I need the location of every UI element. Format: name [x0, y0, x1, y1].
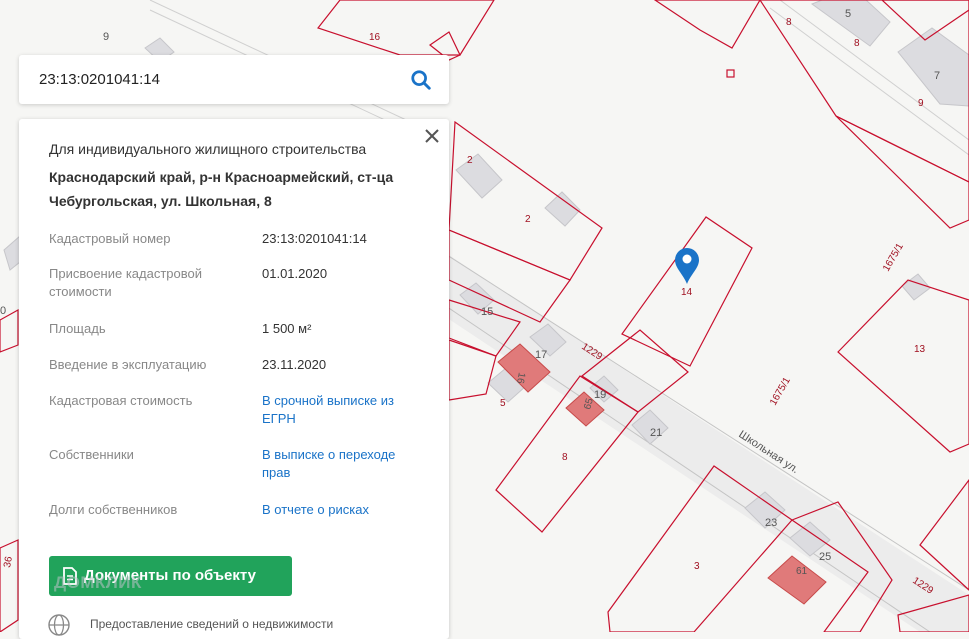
- map-label-9b: 9: [918, 98, 924, 109]
- house-15: 15: [481, 306, 493, 318]
- provide-info-text: Предоставление сведений о недвижимости: [90, 617, 334, 631]
- globe-icon: [48, 614, 70, 636]
- map-label-2a: 2: [467, 155, 473, 166]
- rights-transfer-link[interactable]: В выписке о переходе прав: [262, 446, 412, 482]
- location-pin-icon[interactable]: [675, 248, 699, 284]
- object-address: Краснодарский край, р-н Красноармейский,…: [49, 169, 394, 209]
- row-key: Долги собственников: [49, 502, 178, 517]
- search-icon[interactable]: [410, 69, 432, 91]
- search-bar: [19, 55, 449, 104]
- map-label-1675b: 1675/1: [768, 375, 793, 407]
- house-5: 5: [845, 8, 851, 20]
- map-label-8a: 8: [786, 17, 792, 28]
- row-value: 23:13:0201041:14: [262, 231, 367, 246]
- map-label-0: 0: [0, 305, 6, 317]
- land-purpose: Для индивидуального жилищного строительс…: [49, 141, 367, 157]
- object-info-card: Для индивидуального жилищного строительс…: [19, 119, 449, 639]
- house-25: 25: [819, 551, 831, 563]
- map-label-2b: 2: [525, 214, 531, 225]
- house-17: 17: [535, 349, 547, 361]
- row-key: Собственники: [49, 447, 134, 462]
- map-label-5: 5: [500, 398, 506, 409]
- map-label-9a: 9: [103, 31, 109, 43]
- row-key: Присвоение кадастровой стоимости: [49, 266, 203, 299]
- row-key: Площадь: [49, 321, 106, 336]
- row-value: 23.11.2020: [262, 357, 327, 372]
- house-19: 19: [594, 389, 606, 401]
- map-label-8c: 8: [562, 452, 568, 463]
- map-label-14: 14: [681, 287, 693, 298]
- row-key: Кадастровый номер: [49, 231, 171, 246]
- map-label-3: 3: [694, 561, 700, 572]
- domclick-watermark: ДОМКЛИК: [54, 573, 142, 592]
- map-label-1675a: 1675/1: [881, 241, 906, 273]
- risk-report-link[interactable]: В отчете о рисках: [262, 501, 412, 519]
- row-key: Введение в эксплуатацию: [49, 357, 207, 372]
- map-label-edge: 36: [2, 555, 15, 568]
- house-7: 7: [934, 70, 940, 82]
- house-23: 23: [765, 517, 777, 529]
- row-value: 1 500 м²: [262, 321, 312, 336]
- close-icon[interactable]: [423, 127, 441, 145]
- map-label-16: 16: [369, 32, 381, 43]
- bldg-61: 61: [796, 566, 808, 577]
- map-label-13: 13: [914, 344, 926, 355]
- search-input[interactable]: [39, 68, 399, 90]
- map-label-8b: 8: [854, 38, 860, 49]
- egrn-extract-link[interactable]: В срочной выписке из ЕГРН: [262, 392, 412, 428]
- row-value: 01.01.2020: [262, 266, 328, 281]
- house-21: 21: [650, 427, 662, 439]
- row-key: Кадастровая стоимость: [49, 393, 193, 408]
